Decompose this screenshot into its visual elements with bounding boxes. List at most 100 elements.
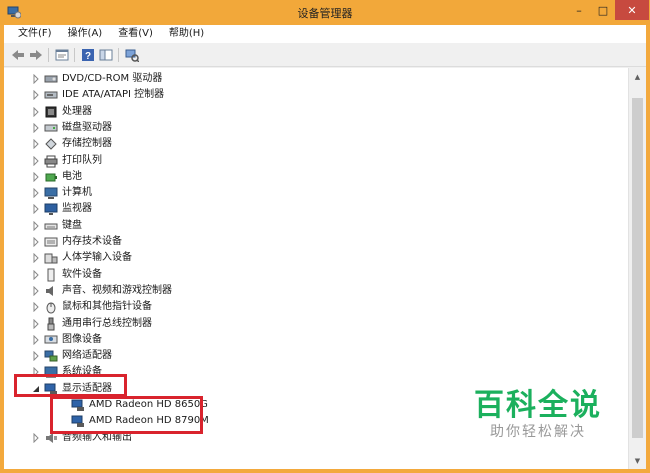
scan-hardware-button[interactable]: [124, 47, 140, 63]
tree-category-item[interactable]: 电池: [4, 169, 624, 185]
show-hide-button[interactable]: [98, 47, 114, 63]
tree-category-item[interactable]: IDE ATA/ATAPI 控制器: [4, 87, 624, 103]
tree-category-item[interactable]: 内存技术设备: [4, 234, 624, 250]
tree-item-label: DVD/CD-ROM 驱动器: [62, 73, 163, 84]
memory-device-icon: [44, 237, 58, 247]
battery-icon: [45, 173, 57, 182]
tree-item-label: 存储控制器: [62, 138, 112, 150]
window-title: 设备管理器: [297, 7, 353, 20]
tree-category-item[interactable]: 磁盘驱动器: [4, 120, 624, 136]
scroll-up-arrow-icon[interactable]: ▲: [629, 68, 646, 85]
tree-item-label: 电池: [62, 170, 82, 182]
forward-button[interactable]: [28, 47, 44, 63]
tree-category-item[interactable]: 声音、视频和游戏控制器: [4, 283, 624, 299]
collapsed-triangle-icon[interactable]: [31, 90, 41, 101]
watermark-title: 百科全说: [474, 388, 602, 423]
collapsed-triangle-icon[interactable]: [31, 204, 41, 215]
forward-arrow-icon: [30, 50, 42, 60]
menu-view[interactable]: 查看(V): [110, 25, 161, 43]
collapsed-triangle-icon[interactable]: [31, 188, 41, 199]
vertical-scrollbar[interactable]: ▲ ▼: [628, 68, 646, 469]
collapsed-triangle-icon[interactable]: [31, 106, 41, 117]
tree-item-label: 内存技术设备: [62, 236, 122, 247]
dvd-drive-icon: [44, 75, 58, 83]
tree-category-item[interactable]: 计算机: [4, 185, 624, 201]
tree-category-item[interactable]: 打印队列: [4, 153, 624, 169]
tree-item-label: 通用串行总线控制器: [62, 317, 152, 329]
scan-hardware-icon: [125, 49, 139, 62]
tree-item-label: 图像设备: [62, 333, 102, 345]
collapsed-triangle-icon[interactable]: [31, 367, 41, 378]
tree-item-label: 磁盘驱动器: [62, 121, 112, 133]
tree-item-label: 网络适配器: [62, 350, 112, 362]
collapsed-triangle-icon[interactable]: [31, 74, 41, 84]
display-adapter-icon: [71, 415, 84, 428]
watermark: 百科全说 助你轻松解决: [474, 389, 602, 441]
device-manager-window: 设备管理器 – □ ✕ 文件(F) 操作(A) 查看(V) 帮助(H) ? DV…: [0, 0, 650, 473]
tree-item-label: IDE ATA/ATAPI 控制器: [62, 89, 165, 101]
tree-category-item[interactable]: 网络适配器: [4, 348, 624, 364]
tree-category-item[interactable]: 软件设备: [4, 267, 624, 283]
tree-category-item[interactable]: 通用串行总线控制器: [4, 316, 624, 332]
tree-item-label: 键盘: [62, 219, 82, 231]
maximize-button[interactable]: □: [591, 0, 615, 20]
collapsed-triangle-icon[interactable]: [31, 269, 41, 280]
scroll-down-arrow-icon[interactable]: ▼: [629, 452, 646, 469]
toolbar-separator: [48, 48, 49, 62]
minimize-button[interactable]: –: [567, 0, 591, 20]
tree-category-item[interactable]: 人体学输入设备: [4, 250, 624, 266]
tree-item-label: 监视器: [62, 203, 92, 215]
collapsed-triangle-icon[interactable]: [31, 432, 41, 443]
tree-item-label: 人体学输入设备: [62, 252, 132, 264]
collapsed-triangle-icon[interactable]: [31, 285, 41, 296]
tree-item-label: 音频输入和输出: [62, 431, 132, 443]
expanded-triangle-icon[interactable]: [31, 384, 41, 394]
back-button[interactable]: [10, 47, 26, 63]
title-bar[interactable]: 设备管理器 – □ ✕: [0, 0, 650, 25]
collapsed-triangle-icon[interactable]: [31, 318, 41, 329]
tree-item-label: 处理器: [62, 105, 92, 117]
tree-item-label: 软件设备: [62, 268, 102, 280]
imaging-device-icon: [44, 335, 58, 344]
tree-item-label: AMD Radeon HD 8790M: [89, 415, 209, 427]
collapsed-triangle-icon[interactable]: [31, 220, 41, 231]
collapsed-triangle-icon[interactable]: [31, 351, 41, 362]
network-adapter-icon: [44, 350, 58, 362]
collapsed-triangle-icon[interactable]: [31, 122, 41, 133]
close-button[interactable]: ✕: [615, 0, 649, 20]
toolbar-separator: [118, 48, 119, 62]
help-button[interactable]: ?: [80, 47, 96, 63]
collapsed-triangle-icon[interactable]: [31, 237, 41, 247]
tree-item-label: 显示适配器: [62, 382, 112, 394]
disk-drive-icon: [44, 124, 58, 132]
display-adapter-icon: [44, 383, 57, 395]
show-hide-icon: [99, 49, 113, 61]
collapsed-triangle-icon[interactable]: [31, 302, 41, 313]
tree-category-item[interactable]: 存储控制器: [4, 136, 624, 152]
usb-icon: [47, 317, 55, 330]
tree-category-item[interactable]: 图像设备: [4, 332, 624, 348]
menu-bar: 文件(F) 操作(A) 查看(V) 帮助(H): [4, 25, 646, 43]
menu-file[interactable]: 文件(F): [10, 25, 60, 43]
collapsed-triangle-icon[interactable]: [31, 334, 41, 345]
collapsed-triangle-icon[interactable]: [31, 139, 41, 150]
collapsed-triangle-icon[interactable]: [31, 253, 41, 264]
ide-controller-icon: [44, 91, 58, 99]
tree-category-item[interactable]: 处理器: [4, 104, 624, 120]
tree-item-label: 计算机: [62, 187, 92, 199]
collapsed-triangle-icon[interactable]: [31, 171, 41, 182]
menu-action[interactable]: 操作(A): [60, 25, 111, 43]
tree-category-item[interactable]: 系统设备: [4, 364, 624, 380]
help-icon: ?: [82, 49, 94, 62]
computer-icon: [44, 187, 58, 200]
menu-help[interactable]: 帮助(H): [161, 25, 212, 43]
tree-category-item[interactable]: 键盘: [4, 218, 624, 234]
properties-button[interactable]: [54, 47, 70, 63]
tree-category-item[interactable]: DVD/CD-ROM 驱动器: [4, 71, 624, 87]
tree-category-item[interactable]: 鼠标和其他指针设备: [4, 299, 624, 315]
tree-item-label: 鼠标和其他指针设备: [62, 301, 152, 313]
collapsed-triangle-icon[interactable]: [31, 155, 41, 166]
scrollbar-thumb[interactable]: [632, 98, 643, 438]
processor-icon: [45, 106, 57, 118]
tree-category-item[interactable]: 监视器: [4, 201, 624, 217]
